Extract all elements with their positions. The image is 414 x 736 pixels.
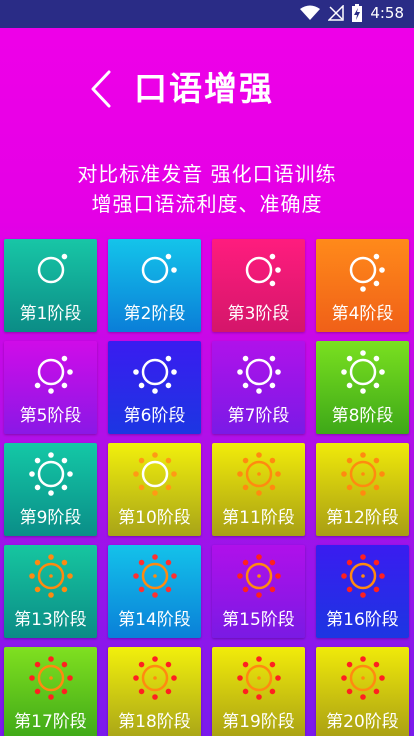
stage-tile[interactable]: 第8阶段 xyxy=(316,341,409,434)
stage-label: 第11阶段 xyxy=(222,508,295,528)
stage-label: 第19阶段 xyxy=(222,712,295,732)
sun-icon xyxy=(29,554,73,598)
stage-label: 第7阶段 xyxy=(227,406,290,426)
back-button[interactable] xyxy=(86,66,116,112)
sun-icon xyxy=(237,452,281,496)
no-signal-icon xyxy=(328,5,345,21)
stage-label: 第18阶段 xyxy=(118,712,191,732)
stage-tile[interactable]: 第17阶段 xyxy=(4,647,97,736)
stage-tile[interactable]: 第10阶段 xyxy=(108,443,201,536)
stage-label: 第12阶段 xyxy=(326,508,399,528)
stage-label: 第15阶段 xyxy=(222,610,295,630)
sun-icon xyxy=(341,350,385,394)
stage-tile[interactable]: 第16阶段 xyxy=(316,545,409,638)
stage-tile[interactable]: 第9阶段 xyxy=(4,443,97,536)
stage-tile[interactable]: 第3阶段 xyxy=(212,239,305,332)
sun-icon xyxy=(237,554,281,598)
stage-label: 第4阶段 xyxy=(331,304,394,324)
stage-label: 第9阶段 xyxy=(19,508,82,528)
page-title: 口语增强 xyxy=(134,69,274,108)
sun-icon xyxy=(133,656,177,700)
stage-tile[interactable]: 第20阶段 xyxy=(316,647,409,736)
stage-tile[interactable]: 第6阶段 xyxy=(108,341,201,434)
sun-icon xyxy=(29,656,73,700)
battery-charging-icon xyxy=(352,4,363,22)
stage-tile[interactable]: 第7阶段 xyxy=(212,341,305,434)
stage-label: 第5阶段 xyxy=(19,406,82,426)
stage-tile[interactable]: 第12阶段 xyxy=(316,443,409,536)
header: 口语增强 xyxy=(0,28,414,128)
stage-label: 第2阶段 xyxy=(123,304,186,324)
stage-tile[interactable]: 第5阶段 xyxy=(4,341,97,434)
sun-icon xyxy=(341,554,385,598)
stage-label: 第16阶段 xyxy=(326,610,399,630)
stage-tile[interactable]: 第11阶段 xyxy=(212,443,305,536)
stage-tile[interactable]: 第2阶段 xyxy=(108,239,201,332)
sun-icon xyxy=(341,452,385,496)
stage-label: 第8阶段 xyxy=(331,406,394,426)
subtitle-line-2: 增强口语流利度、准确度 xyxy=(91,192,323,216)
sun-icon xyxy=(341,656,385,700)
stage-label: 第17阶段 xyxy=(14,712,87,732)
wifi-icon xyxy=(300,5,321,20)
stage-tile[interactable]: 第18阶段 xyxy=(108,647,201,736)
subtitle-line-1: 对比标准发音 强化口语训练 xyxy=(77,162,337,186)
stage-tile[interactable]: 第1阶段 xyxy=(4,239,97,332)
stage-tile[interactable]: 第15阶段 xyxy=(212,545,305,638)
sun-icon xyxy=(245,253,281,287)
stage-tile[interactable]: 第4阶段 xyxy=(316,239,409,332)
sun-icon xyxy=(141,253,177,284)
stage-label: 第6阶段 xyxy=(123,406,186,426)
sun-icon xyxy=(37,253,68,284)
stage-tile[interactable]: 第13阶段 xyxy=(4,545,97,638)
status-icons: 4:58 xyxy=(300,4,404,22)
sun-icon xyxy=(29,452,73,496)
stage-label: 第14阶段 xyxy=(118,610,191,630)
status-time: 4:58 xyxy=(370,4,404,22)
stage-label: 第10阶段 xyxy=(118,508,191,528)
stage-tile[interactable]: 第14阶段 xyxy=(108,545,201,638)
stage-tile[interactable]: 第19阶段 xyxy=(212,647,305,736)
sun-icon xyxy=(349,253,385,292)
stage-label: 第20阶段 xyxy=(326,712,399,732)
stage-label: 第3阶段 xyxy=(227,304,290,324)
chevron-left-icon xyxy=(91,70,111,108)
sun-icon xyxy=(34,355,73,394)
sun-icon xyxy=(237,355,281,394)
sun-icon xyxy=(237,656,281,700)
sun-icon xyxy=(133,355,177,394)
sun-icon xyxy=(133,554,177,598)
stage-label: 第1阶段 xyxy=(19,304,82,324)
sun-icon xyxy=(133,452,177,496)
stage-label: 第13阶段 xyxy=(14,610,87,630)
stage-grid: 第1阶段 第2阶段 第3阶段 第4阶段第5阶段 第6阶段 第7阶段 第8阶段第9阶段 第10阶… xyxy=(4,239,410,736)
status-bar: 4:58 xyxy=(0,0,414,28)
